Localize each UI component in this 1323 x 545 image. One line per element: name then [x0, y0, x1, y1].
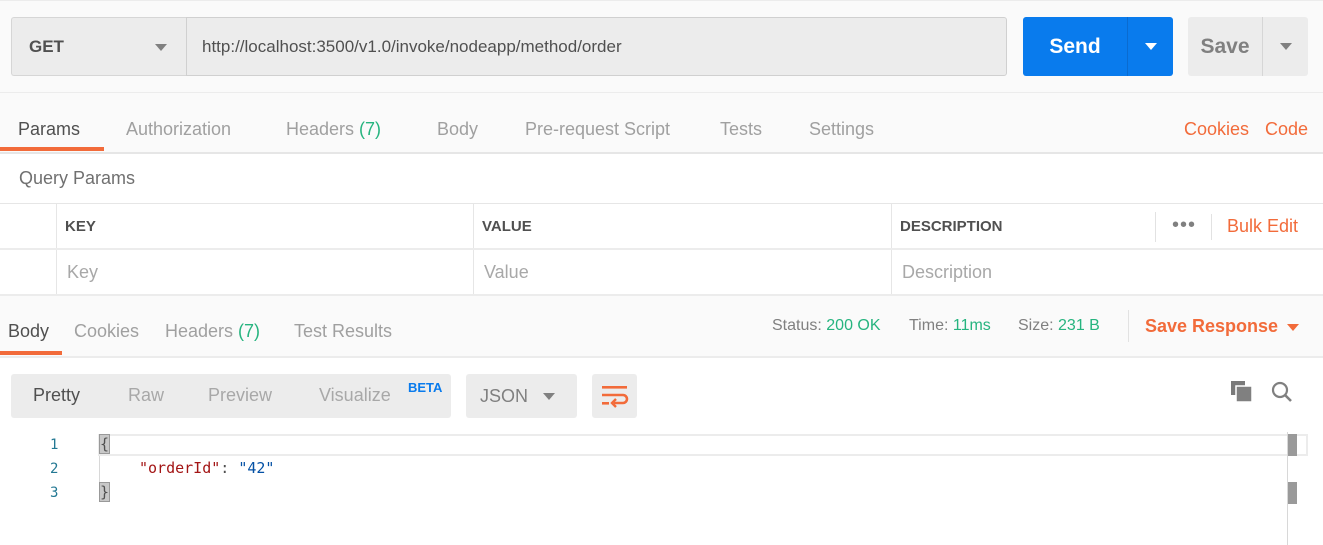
tab-label: Tests: [720, 119, 763, 139]
tab-label: Params: [18, 119, 81, 139]
active-tab-indicator: [0, 351, 62, 355]
chevron-down-icon[interactable]: [1287, 324, 1299, 331]
line-number: 3: [50, 485, 59, 501]
request-tabs: Params Authorization Headers (7) Body Pr…: [0, 93, 1323, 154]
description-input[interactable]: Description: [891, 250, 1323, 294]
json-colon: :: [220, 459, 239, 477]
save-response-button[interactable]: Save Response: [1145, 316, 1278, 337]
format-pretty[interactable]: Pretty: [33, 385, 80, 406]
headers-count: (7): [238, 321, 261, 341]
language-select[interactable]: JSON: [466, 374, 577, 418]
params-header-row: KEY VALUE DESCRIPTION ••• Bulk Edit: [0, 204, 1323, 250]
column-key: KEY: [56, 204, 473, 248]
json-key: "orderId": [139, 459, 221, 477]
format-tabs: Pretty Raw Preview Visualize BETA: [11, 374, 451, 418]
method-label: GET: [29, 36, 64, 56]
tab-label: Settings: [809, 119, 875, 139]
code-line-3: }: [99, 482, 111, 502]
chevron-down-icon: [1144, 43, 1157, 50]
tab-tests[interactable]: Tests: [720, 119, 762, 140]
tab-params[interactable]: Params: [18, 119, 80, 140]
size-readout: Size: 231 B: [1018, 317, 1100, 335]
size-label: Size:: [1018, 317, 1054, 334]
size-value: 231 B: [1058, 317, 1100, 334]
bulk-edit-link[interactable]: Bulk Edit: [1227, 216, 1298, 237]
scrollbar-marker: [1288, 434, 1297, 456]
time-readout: Time: 11ms: [909, 317, 991, 335]
tab-pre-request-script[interactable]: Pre-request Script: [525, 119, 670, 140]
headers-count: (7): [359, 119, 382, 139]
scrollbar-thumb[interactable]: [1288, 482, 1297, 504]
url-text: http://localhost:3500/v1.0/invoke/nodeap…: [202, 36, 622, 56]
tab-label: Pre-request Script: [525, 119, 671, 139]
tab-authorization[interactable]: Authorization: [126, 119, 231, 140]
search-icon[interactable]: [1270, 380, 1294, 404]
column-description: DESCRIPTION: [891, 204, 1155, 248]
response-tab-cookies[interactable]: Cookies: [74, 321, 139, 342]
current-line-highlight: [98, 434, 1308, 456]
format-preview[interactable]: Preview: [208, 385, 272, 406]
save-button[interactable]: Save: [1188, 17, 1263, 76]
value-input[interactable]: Value: [473, 250, 891, 294]
more-options-icon[interactable]: •••: [1172, 215, 1196, 235]
response-tab-body[interactable]: Body: [8, 321, 49, 342]
divider: [1211, 214, 1212, 240]
beta-badge: BETA: [408, 380, 443, 395]
format-visualize[interactable]: Visualize: [319, 385, 391, 406]
column-value: VALUE: [473, 204, 891, 248]
wrap-lines-button[interactable]: [592, 374, 637, 418]
tab-body[interactable]: Body: [437, 119, 478, 140]
line-number: 1: [50, 437, 59, 453]
params-table: KEY VALUE DESCRIPTION ••• Bulk Edit Key …: [0, 203, 1323, 296]
language-label: JSON: [480, 385, 529, 406]
response-tab-headers[interactable]: Headers (7): [165, 321, 260, 342]
copy-icon[interactable]: [1231, 381, 1253, 403]
wrap-lines-icon: [602, 386, 629, 408]
tab-label: Headers: [165, 321, 239, 341]
params-input-row: Key Value Description: [0, 250, 1323, 296]
code-link[interactable]: Code: [1265, 119, 1308, 140]
time-label: Time:: [909, 317, 949, 334]
tab-label: Authorization: [126, 119, 232, 139]
save-options-button[interactable]: [1263, 17, 1308, 76]
method-select[interactable]: GET: [11, 17, 186, 76]
chevron-down-icon: [155, 44, 167, 51]
url-input[interactable]: http://localhost:3500/v1.0/invoke/nodeap…: [186, 17, 1007, 76]
tab-label: Headers: [286, 119, 360, 139]
open-brace: {: [99, 434, 111, 454]
chevron-down-icon: [1279, 43, 1292, 50]
save-button-group: Save: [1188, 17, 1308, 76]
time-value: 11ms: [952, 317, 991, 334]
query-params-title: Query Params: [19, 168, 136, 188]
format-raw[interactable]: Raw: [128, 385, 164, 406]
send-options-button[interactable]: [1128, 17, 1173, 76]
response-body-editor[interactable]: 1 2 3 { "orderId": "42" }: [0, 432, 1323, 545]
response-tabs: Body Cookies Headers (7) Test Results St…: [0, 296, 1323, 358]
response-tab-test-results[interactable]: Test Results: [294, 321, 392, 342]
json-value: "42": [238, 459, 275, 477]
status-label: Status:: [772, 317, 822, 334]
send-button-group: Send: [1023, 17, 1173, 76]
divider: [1128, 310, 1129, 342]
line-number: 2: [50, 461, 59, 477]
tab-settings[interactable]: Settings: [809, 119, 874, 140]
cookies-link[interactable]: Cookies: [1184, 119, 1249, 140]
chevron-down-icon: [543, 393, 555, 400]
tab-label: Body: [437, 119, 479, 139]
key-input[interactable]: Key: [56, 250, 473, 294]
divider: [1155, 212, 1156, 242]
status-readout: Status: 200 OK: [772, 317, 881, 335]
tab-headers[interactable]: Headers (7): [286, 119, 381, 140]
close-brace: }: [99, 482, 111, 502]
status-value: 200 OK: [826, 317, 881, 334]
code-line-2: "orderId": "42": [139, 459, 274, 477]
code-line-1: {: [99, 434, 111, 454]
send-button[interactable]: Send: [1023, 17, 1128, 76]
active-tab-indicator: [0, 147, 104, 151]
